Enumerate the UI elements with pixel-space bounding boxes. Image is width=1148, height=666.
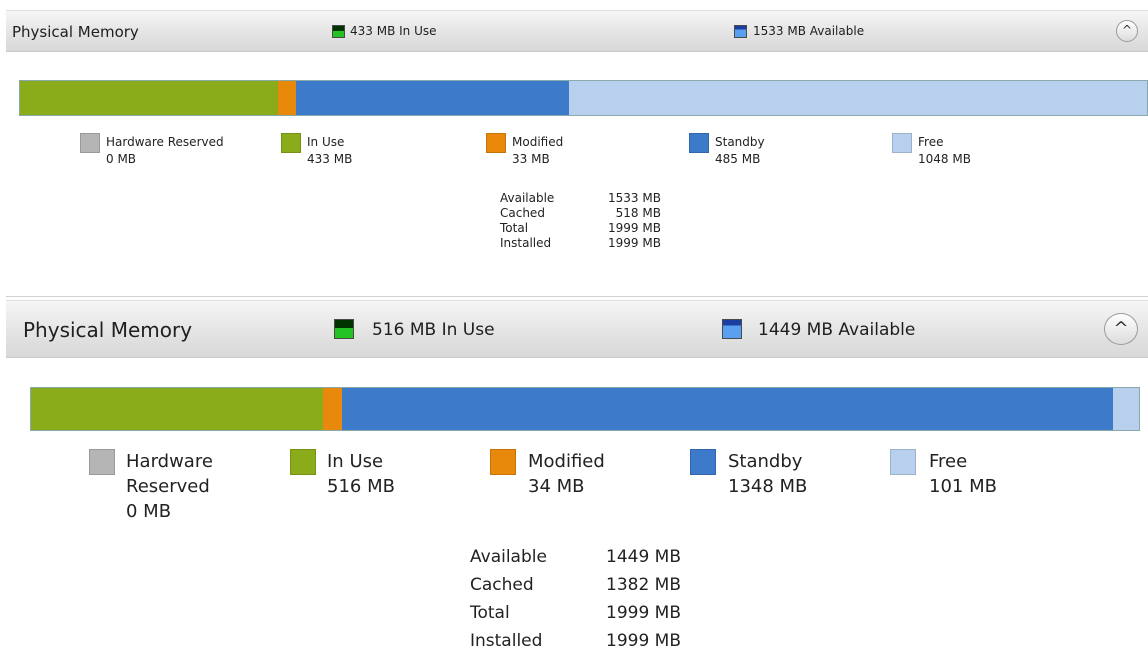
free-swatch [892, 133, 912, 153]
legend-label: Modified [528, 451, 605, 472]
legend-modified: Modified 33 MB [512, 134, 563, 168]
legend-free: Free 101 MB [929, 449, 997, 499]
legend-label: Standby [728, 451, 803, 472]
memory-composition-bar [19, 80, 1148, 116]
stats-row-available: Available 1449 MB [470, 543, 681, 571]
stat-value: 1999 MB [606, 603, 681, 623]
in-use-swatch [281, 133, 301, 153]
modified-swatch [486, 133, 506, 153]
in-use-swatch [290, 449, 316, 475]
collapse-chevron-icon[interactable]: ^ [1116, 20, 1138, 42]
stat-value: 1382 MB [606, 575, 681, 595]
hardware-reserved-swatch [80, 133, 100, 153]
stat-value: 1999 MB [608, 236, 661, 250]
stats-row-available: Available 1533 MB [500, 191, 661, 206]
legend-free: Free 1048 MB [918, 134, 971, 168]
legend-label: In Use [327, 451, 384, 472]
memory-stats-table: Available 1449 MB Cached 1382 MB Total 1999… [470, 543, 681, 655]
panel-header[interactable]: Physical Memory 433 MB In Use 1533 MB Av… [6, 10, 1148, 52]
legend-value: 516 MB [327, 476, 395, 497]
stat-label: Total [500, 221, 529, 235]
standby-swatch [689, 133, 709, 153]
panel-header[interactable]: Physical Memory 516 MB In Use 1449 MB Av… [6, 300, 1148, 358]
stats-row-total: Total 1999 MB [470, 599, 681, 627]
stat-value: 1999 MB [606, 631, 681, 651]
stat-label: Installed [500, 236, 552, 250]
stat-label: Installed [470, 631, 543, 651]
legend-value: 1048 MB [918, 152, 971, 166]
modified-swatch [490, 449, 516, 475]
panel-title: Physical Memory [12, 23, 139, 41]
legend-label: Free [918, 135, 944, 149]
stats-row-installed: Installed 1999 MB [500, 236, 661, 251]
stats-row-total: Total 1999 MB [500, 221, 661, 236]
legend-label-line1: Hardware [126, 451, 213, 472]
memory-composition-bar [30, 387, 1140, 431]
available-summary: 1533 MB Available [753, 24, 865, 38]
legend-value: 485 MB [715, 152, 761, 166]
legend-in-use: In Use 433 MB [307, 134, 352, 168]
stat-label: Cached [500, 206, 545, 220]
bar-segment-free [1112, 388, 1139, 430]
collapse-chevron-icon[interactable]: ^ [1104, 313, 1138, 345]
stat-label: Total [470, 603, 510, 623]
legend-standby: Standby 1348 MB [728, 449, 807, 499]
legend-value: 0 MB [106, 152, 137, 166]
stat-value: 518 MB [615, 206, 661, 220]
legend-label: Hardware Reserved [106, 135, 224, 149]
legend-label-line2: Reserved [126, 476, 210, 497]
stats-row-cached: Cached 1382 MB [470, 571, 681, 599]
stat-label: Available [470, 547, 547, 567]
stats-row-cached: Cached 518 MB [500, 206, 661, 221]
memory-available-icon [722, 319, 742, 339]
bar-segment-free [568, 81, 1147, 115]
bar-segment-standby [342, 388, 1113, 430]
legend-value: 34 MB [528, 476, 585, 497]
legend-modified: Modified 34 MB [528, 449, 605, 499]
legend-value: 433 MB [307, 152, 353, 166]
legend-hardware-reserved: Hardware Reserved 0 MB [126, 449, 213, 524]
legend-label: Standby [715, 135, 765, 149]
stat-label: Available [500, 191, 555, 205]
bar-segment-modified [323, 388, 343, 430]
free-swatch [890, 449, 916, 475]
memory-in-use-icon [332, 25, 345, 38]
legend-in-use: In Use 516 MB [327, 449, 395, 499]
stat-label: Cached [470, 575, 534, 595]
memory-stats-table: Available 1533 MB Cached 518 MB Total 1999 … [500, 191, 661, 251]
legend-standby: Standby 485 MB [715, 134, 765, 168]
stat-value: 1449 MB [606, 547, 681, 567]
memory-available-icon [734, 25, 747, 38]
stat-value: 1999 MB [608, 221, 661, 235]
bar-segment-modified [277, 81, 297, 115]
hardware-reserved-swatch [89, 449, 115, 475]
panel-divider [6, 296, 1148, 297]
bar-segment-standby [296, 81, 569, 115]
legend-label: Modified [512, 135, 564, 149]
in-use-summary: 516 MB In Use [372, 320, 495, 340]
legend-value: 101 MB [929, 476, 997, 497]
memory-in-use-icon [334, 319, 354, 339]
stat-value: 1533 MB [608, 191, 661, 205]
panel-title: Physical Memory [23, 318, 193, 342]
bar-segment-in-use [31, 388, 324, 430]
legend-value: 1348 MB [728, 476, 808, 497]
in-use-summary: 433 MB In Use [350, 24, 437, 38]
bar-segment-in-use [20, 81, 278, 115]
legend-value: 33 MB [512, 152, 550, 166]
legend-hardware-reserved: Hardware Reserved 0 MB [106, 134, 224, 168]
stats-row-installed: Installed 1999 MB [470, 627, 681, 655]
available-summary: 1449 MB Available [758, 320, 916, 340]
standby-swatch [690, 449, 716, 475]
legend-label: Free [929, 451, 968, 472]
legend-value: 0 MB [126, 501, 172, 522]
legend-label: In Use [307, 135, 345, 149]
